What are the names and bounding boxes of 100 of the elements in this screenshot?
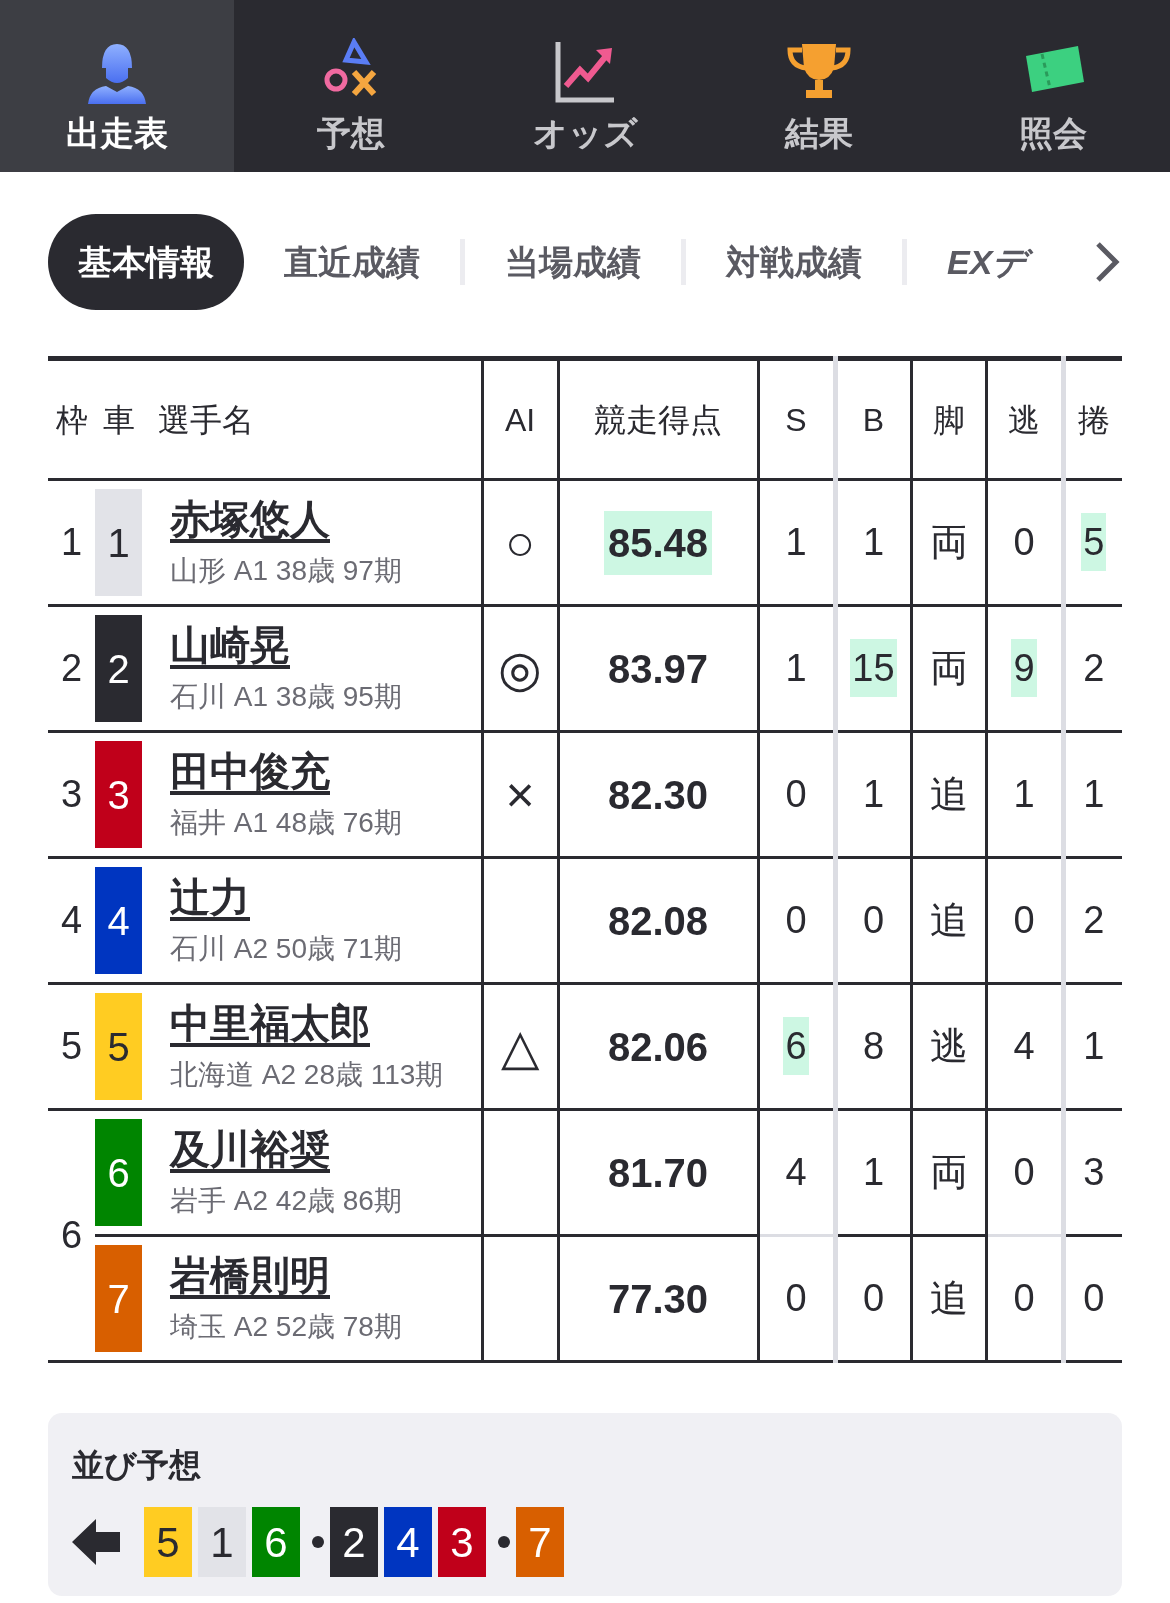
stat-value: 5	[1081, 513, 1107, 571]
car-number-badge: 6	[95, 1119, 142, 1226]
stat-value: 両	[928, 520, 969, 565]
stat-value: 9	[1011, 639, 1037, 697]
car-number-badge: 7	[95, 1245, 142, 1352]
column-header: 捲	[1077, 401, 1110, 438]
column-header: 選手名	[158, 401, 254, 438]
stat-value: 2	[1082, 646, 1106, 691]
ai-mark: △	[501, 1018, 539, 1075]
column-header: 枠	[56, 401, 88, 438]
rider-profile: 埼玉 A2 52歳 78期	[170, 1309, 403, 1344]
score-value: 82.30	[606, 771, 710, 819]
stat-value: 1	[1012, 772, 1036, 817]
ai-mark: ◎	[498, 640, 542, 697]
rider-name-link[interactable]: 山崎晃	[170, 619, 481, 670]
column-header: B	[862, 401, 885, 438]
frame-number: 4	[60, 899, 83, 941]
stat-value: 0	[784, 1276, 808, 1321]
stat-value: 1	[1082, 772, 1106, 817]
rider-name-link[interactable]: 田中俊充	[170, 745, 481, 796]
car-number-badge: 3	[95, 741, 142, 848]
ai-mark: ×	[505, 766, 535, 823]
score-value: 77.30	[606, 1275, 710, 1323]
rider-name-link[interactable]: 赤塚悠人	[170, 493, 481, 544]
rider-profile: 石川 A1 38歳 95期	[170, 679, 403, 714]
stat-value: 6	[783, 1017, 809, 1075]
chevron-right-icon[interactable]	[1094, 240, 1122, 284]
car-number-badge: 5	[95, 993, 142, 1100]
car-number-badge: 1	[198, 1507, 246, 1577]
rider-profile: 福井 A1 48歳 76期	[170, 805, 403, 840]
stat-value: 1	[861, 520, 886, 565]
ai-mark: ○	[504, 514, 536, 571]
rider-name-link[interactable]: 中里福太郎	[170, 997, 481, 1048]
stat-value: 1	[861, 1150, 886, 1195]
rider-profile: 岩手 A2 42歳 86期	[170, 1183, 403, 1218]
stat-value: 追	[928, 772, 969, 817]
stat-value: 逃	[928, 1024, 969, 1069]
stat-value: 両	[928, 1150, 969, 1195]
stat-value: 8	[861, 1024, 886, 1069]
column-header: 脚	[932, 401, 965, 438]
rider-profile: 山形 A1 38歳 97期	[170, 553, 403, 588]
column-header: AI	[504, 401, 536, 438]
stat-value: 追	[928, 1276, 969, 1321]
rider-name-link[interactable]: 岩橋則明	[170, 1249, 481, 1300]
car-number-badge: 2	[95, 615, 142, 722]
car-number-badge: 1	[95, 489, 142, 596]
section-title: 並び予想	[72, 1446, 202, 1485]
stat-value: 4	[784, 1150, 808, 1195]
nav-tab[interactable]: 照会	[936, 0, 1170, 172]
stat-value: 1	[861, 772, 886, 817]
stat-value: 4	[1012, 1024, 1036, 1069]
rider-name-link[interactable]: 辻力	[170, 871, 481, 922]
stat-value: 0	[1082, 1276, 1106, 1321]
column-header: 逃	[1008, 401, 1040, 438]
tab[interactable]: 当場成績	[465, 236, 681, 288]
stat-value: 0	[861, 898, 886, 943]
car-number-badge: 2	[330, 1507, 378, 1577]
nav-tab[interactable]: 予想	[234, 0, 468, 172]
rider-profile: 北海道 A2 28歳 113期	[170, 1057, 445, 1092]
score-value: 83.97	[606, 645, 710, 693]
tab[interactable]: 基本情報	[48, 214, 244, 310]
stat-value: 1	[1082, 1024, 1106, 1069]
tab[interactable]: 直近成績	[244, 236, 460, 288]
frame-number: 3	[60, 773, 83, 815]
score-value: 82.08	[606, 897, 710, 945]
stat-value: 0	[1012, 520, 1036, 565]
left-arrow-icon	[72, 1519, 120, 1565]
frame-number: 6	[60, 1214, 83, 1256]
frame-number: 1	[60, 521, 83, 563]
score-value: 85.48	[603, 510, 713, 575]
stat-value: 0	[1012, 1150, 1036, 1195]
stat-value: 3	[1082, 1150, 1106, 1195]
car-number-badge: 4	[384, 1507, 432, 1577]
column-header: S	[785, 401, 807, 438]
column-header: 競走得点	[594, 401, 722, 438]
stat-value: 0	[784, 772, 808, 817]
stat-value: 15	[850, 639, 897, 697]
rider-profile: 石川 A2 50歳 71期	[170, 931, 403, 966]
car-number-badge: 5	[144, 1507, 192, 1577]
nav-tab[interactable]: オッズ	[468, 0, 702, 172]
car-number-badge: 6	[252, 1507, 300, 1577]
frame-number: 2	[60, 647, 83, 689]
stat-value: 2	[1082, 898, 1106, 943]
stat-value: 両	[928, 646, 969, 691]
stat-value: 0	[784, 898, 808, 943]
rider-name-link[interactable]: 及川裕奨	[170, 1123, 481, 1174]
car-number-badge: 3	[438, 1507, 486, 1577]
nav-tab[interactable]: 出走表	[0, 0, 234, 172]
column-header: 車	[103, 401, 135, 438]
stat-value: 追	[928, 898, 969, 943]
tab[interactable]: EXデ	[907, 236, 1068, 288]
car-number-badge: 7	[516, 1507, 564, 1577]
car-number-badge: 4	[95, 867, 142, 974]
score-value: 81.70	[606, 1149, 710, 1197]
stat-value: 0	[1012, 1276, 1036, 1321]
stat-value: 0	[861, 1276, 886, 1321]
nav-tab[interactable]: 結果	[702, 0, 936, 172]
frame-number: 5	[60, 1025, 83, 1067]
stat-value: 0	[1012, 898, 1036, 943]
tab[interactable]: 対戦成績	[686, 236, 902, 288]
